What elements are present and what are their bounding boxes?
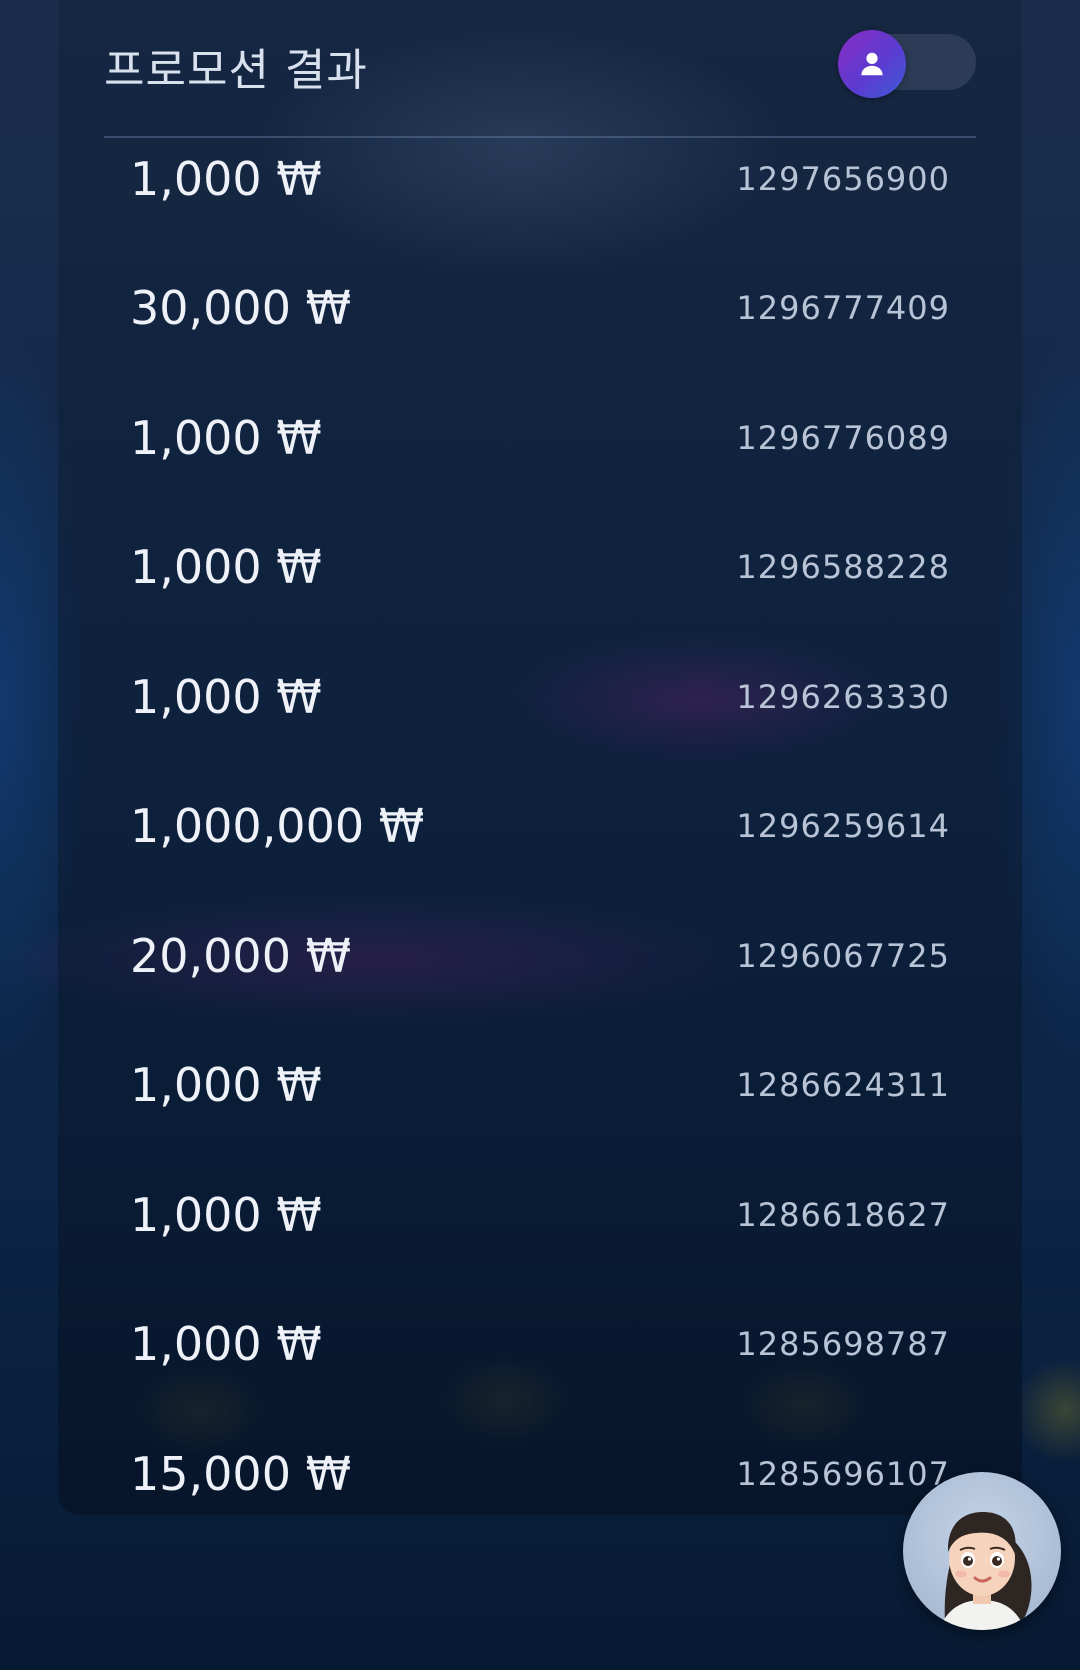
results-list: 1,000 ₩ 1297656900 30,000 ₩ 1296777409 1… — [130, 114, 950, 1539]
result-amount: 15,000 ₩ — [130, 1446, 352, 1501]
result-amount: 20,000 ₩ — [130, 928, 352, 983]
assistant-avatar-icon — [939, 1512, 1032, 1630]
toggle-knob[interactable] — [838, 30, 906, 98]
result-id: 1286618627 — [736, 1195, 950, 1234]
result-id: 1285698787 — [736, 1325, 950, 1364]
assistant-avatar-button[interactable] — [903, 1472, 1061, 1630]
list-item[interactable]: 15,000 ₩ 1285696107 — [130, 1409, 950, 1539]
list-item[interactable]: 1,000,000 ₩ 1296259614 — [130, 762, 950, 892]
result-id: 1296777409 — [736, 289, 950, 328]
list-item[interactable]: 1,000 ₩ 1286618627 — [130, 1150, 950, 1280]
result-amount: 1,000 ₩ — [130, 410, 322, 465]
result-amount: 1,000 ₩ — [130, 1317, 322, 1372]
list-item[interactable]: 1,000 ₩ 1297656900 — [130, 114, 950, 244]
result-id: 1296776089 — [736, 418, 950, 457]
result-amount: 1,000 ₩ — [130, 1058, 322, 1113]
result-id: 1285696107 — [736, 1454, 950, 1493]
result-id: 1297656900 — [736, 159, 950, 198]
result-amount: 1,000 ₩ — [130, 669, 322, 724]
profile-toggle[interactable] — [838, 30, 976, 98]
list-item[interactable]: 20,000 ₩ 1296067725 — [130, 891, 950, 1021]
list-item[interactable]: 30,000 ₩ 1296777409 — [130, 244, 950, 374]
result-amount: 1,000 ₩ — [130, 1187, 322, 1242]
result-amount: 1,000 ₩ — [130, 151, 322, 206]
result-amount: 30,000 ₩ — [130, 281, 352, 336]
list-item[interactable]: 1,000 ₩ 1296263330 — [130, 632, 950, 762]
list-item[interactable]: 1,000 ₩ 1296588228 — [130, 503, 950, 633]
result-amount: 1,000 ₩ — [130, 540, 322, 595]
result-id: 1296588228 — [736, 548, 950, 587]
list-item[interactable]: 1,000 ₩ 1286624311 — [130, 1021, 950, 1151]
result-id: 1296067725 — [736, 936, 950, 975]
result-id: 1296263330 — [736, 677, 950, 716]
result-amount: 1,000,000 ₩ — [130, 799, 425, 854]
result-id: 1296259614 — [736, 807, 950, 846]
result-id: 1286624311 — [736, 1066, 950, 1105]
user-icon — [861, 52, 883, 76]
list-item[interactable]: 1,000 ₩ 1285698787 — [130, 1280, 950, 1410]
page-title: 프로모션 결과 — [104, 45, 368, 96]
list-item[interactable]: 1,000 ₩ 1296776089 — [130, 373, 950, 503]
